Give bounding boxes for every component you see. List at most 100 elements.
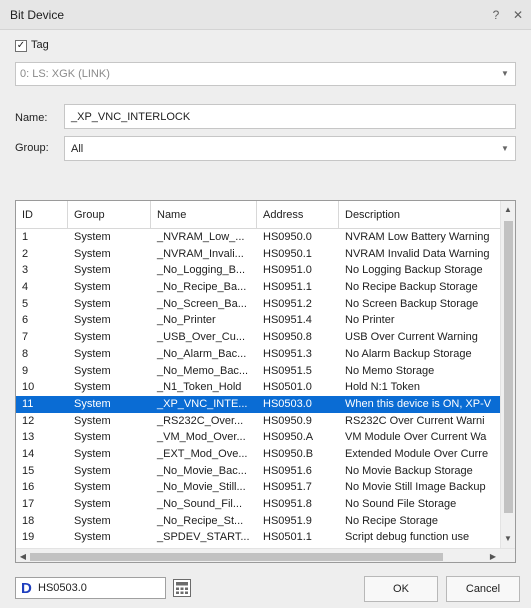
cell-name: _No_Logging_B... (157, 264, 246, 277)
cell-address: HS0951.8 (263, 498, 312, 510)
table-row[interactable]: 13 System _VM_Mod_Over... HS0950.A VM Module… (16, 429, 500, 446)
table-row[interactable]: 4 System _No_Recipe_Ba... HS0951.1 No Recipe… (16, 279, 500, 296)
cell-name: _N1_Token_Hold (157, 381, 242, 394)
cell-address: HS0950.A (263, 431, 314, 444)
cell-name: _NVRAM_Low_... (157, 231, 245, 243)
table-row[interactable]: 2 System _NVRAM_Invali... HS0950.1 NVRAM Inv… (16, 246, 500, 263)
cell-group: System (74, 314, 111, 327)
table-row[interactable]: 7 System _USB_Over_Cu... HS0950.8 USB Over C… (16, 329, 500, 346)
cell-name: _VM_Mod_Over... (157, 431, 246, 444)
table-row[interactable]: 16 System _No_Movie_Still... HS0951.7 No Mov… (16, 479, 500, 496)
cell-group: System (74, 531, 111, 544)
cell-group: System (74, 447, 111, 460)
cell-name: _RS232C_Over... (157, 414, 244, 427)
cell-address: HS0951.5 (263, 364, 312, 377)
help-button[interactable]: ? (488, 7, 504, 23)
scroll-left-icon[interactable]: ◀ (16, 550, 30, 562)
group-select[interactable]: All ▼ (64, 136, 516, 161)
table-row[interactable]: 9 System _No_Memo_Bac... HS0951.5 No Memo St… (16, 363, 500, 380)
cell-address: HS0951.2 (263, 297, 312, 310)
cell-id: 8 (22, 347, 29, 360)
column-header-address[interactable]: Address (257, 201, 339, 229)
cell-description: NVRAM Low Battery Warning (345, 231, 490, 243)
table-row[interactable]: 5 System _No_Screen_Ba... HS0951.2 No Screen… (16, 296, 500, 313)
table-row[interactable]: 18 System _No_Recipe_St... HS0951.9 No Recip… (16, 513, 500, 530)
table-row[interactable]: 8 System _No_Alarm_Bac... HS0951.3 No Alarm … (16, 346, 500, 363)
vertical-scrollbar[interactable]: ▲ ▼ (500, 201, 515, 548)
cell-id: 4 (22, 281, 29, 294)
ok-button[interactable]: OK (364, 576, 438, 602)
table-header: ID Group Name Address Description (16, 201, 500, 229)
cell-name: _USB_Over_Cu... (157, 331, 246, 344)
cell-group: System (74, 364, 111, 377)
table-row[interactable]: 3 System _No_Logging_B... HS0951.0 No Loggin… (16, 262, 500, 279)
table-row[interactable]: 17 System _No_Sound_Fil... HS0951.8 No Sound… (16, 496, 500, 513)
cell-address: HS0951.4 (263, 314, 312, 327)
table-row[interactable]: 19 System _SPDEV_START... HS0501.1 Script de… (16, 529, 500, 546)
device-address-field[interactable]: D HS0503.0 (15, 577, 166, 599)
cell-id: 13 (22, 431, 35, 444)
cell-id: 9 (22, 364, 29, 377)
cell-description: USB Over Current Warning (345, 331, 478, 344)
cell-address: HS0950.8 (263, 331, 312, 344)
close-button[interactable]: ✕ (510, 7, 526, 23)
cell-description: No Screen Backup Storage (345, 297, 479, 310)
calculator-icon[interactable] (172, 578, 192, 598)
cell-description: Script debug function use (345, 531, 470, 544)
cell-id: 1 (22, 231, 29, 243)
cell-description: No Logging Backup Storage (345, 264, 483, 277)
cell-description: No Alarm Backup Storage (345, 347, 472, 360)
cell-group: System (74, 464, 111, 477)
horizontal-scrollbar[interactable]: ◀ ▶ (16, 548, 515, 562)
table-row[interactable]: 15 System _No_Movie_Bac... HS0951.6 No Movie… (16, 463, 500, 480)
cell-name: _No_Movie_Bac... (157, 464, 247, 477)
column-header-id[interactable]: ID (16, 201, 68, 229)
vertical-scroll-thumb[interactable] (504, 221, 513, 513)
scroll-right-icon[interactable]: ▶ (486, 550, 500, 562)
table-row[interactable]: 6 System _No_Printer HS0951.4 No Printer (16, 312, 500, 329)
table-row[interactable]: 14 System _EXT_Mod_Ove... HS0950.B Extended … (16, 446, 500, 463)
scroll-down-icon[interactable]: ▼ (501, 532, 515, 546)
cell-id: 17 (22, 498, 35, 510)
plc-select[interactable]: 0: LS: XGK (LINK) ▼ (15, 62, 516, 86)
device-type-icon: D (21, 580, 32, 597)
cell-description: Extended Module Over Curre (345, 447, 489, 460)
cell-group: System (74, 281, 111, 294)
cell-description: No Movie Backup Storage (345, 464, 473, 477)
table-row[interactable]: 12 System _RS232C_Over... HS0950.9 RS232C Ov… (16, 413, 500, 430)
cell-address: HS0951.6 (263, 464, 312, 477)
cell-id: 14 (22, 447, 35, 460)
column-header-description[interactable]: Description (339, 201, 500, 229)
column-header-group[interactable]: Group (68, 201, 151, 229)
column-header-name[interactable]: Name (151, 201, 257, 229)
cell-address: HS0951.9 (263, 514, 312, 527)
cell-id: 16 (22, 481, 35, 494)
cell-description: Hold N:1 Token (345, 381, 421, 394)
group-label: Group: (15, 142, 49, 154)
cell-name: _No_Screen_Ba... (157, 297, 247, 310)
cell-description: No Memo Storage (345, 364, 435, 377)
table-row[interactable]: 1 System _NVRAM_Low_... HS0950.0 NVRAM Low B… (16, 229, 500, 246)
cancel-button[interactable]: Cancel (446, 576, 520, 602)
scroll-up-icon[interactable]: ▲ (501, 203, 515, 217)
cell-group: System (74, 331, 111, 344)
chevron-down-icon[interactable]: ▼ (495, 137, 515, 160)
cell-address: HS0950.0 (263, 231, 312, 243)
cell-id: 3 (22, 264, 29, 277)
name-field-value: _XP_VNC_INTERLOCK (71, 111, 191, 123)
cell-address: HS0950.B (263, 447, 314, 460)
title-bar (0, 0, 531, 30)
cell-name: _No_Recipe_St... (157, 514, 244, 527)
group-select-value: All (71, 143, 84, 155)
cell-group: System (74, 231, 111, 243)
cell-id: 6 (22, 314, 29, 327)
cell-id: 18 (22, 514, 35, 527)
chevron-down-icon[interactable]: ▼ (495, 63, 515, 85)
cell-description: No Recipe Storage (345, 514, 438, 527)
tag-checkbox[interactable]: ✓ (15, 40, 27, 52)
name-field[interactable]: _XP_VNC_INTERLOCK (64, 104, 516, 129)
cell-name: _SPDEV_START... (157, 531, 250, 544)
table-row[interactable]: 11 System _XP_VNC_INTE... HS0503.0 When this… (16, 395, 500, 413)
horizontal-scroll-thumb[interactable] (30, 553, 443, 561)
table-row[interactable]: 10 System _N1_Token_Hold HS0501.0 Hold N:1 T… (16, 379, 500, 396)
